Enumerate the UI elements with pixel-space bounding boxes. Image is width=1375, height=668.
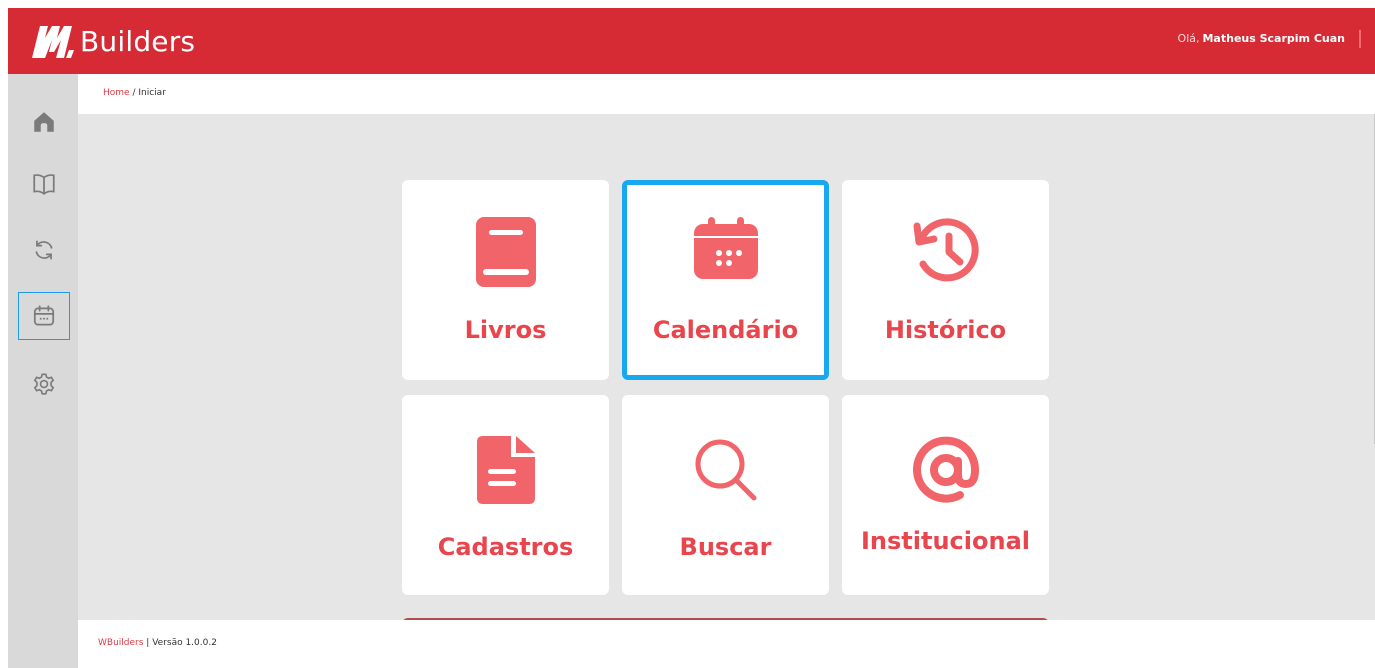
- history-icon: [913, 218, 979, 282]
- tile-label: Calendário: [652, 316, 799, 344]
- header-divider: [1359, 30, 1361, 48]
- gear-icon: [33, 373, 55, 395]
- breadcrumb-separator: /: [132, 88, 136, 98]
- greeting-text: Olá,: [1177, 32, 1200, 45]
- tile-calendario[interactable]: Calendário: [622, 180, 829, 380]
- tile-label: Institucional: [860, 527, 1030, 555]
- calendar-icon: [693, 217, 758, 279]
- breadcrumb-home-link[interactable]: Home: [103, 88, 130, 98]
- sidebar-item-calendar[interactable]: [18, 292, 70, 340]
- user-greeting[interactable]: Olá, Matheus Scarpim Cuan: [1178, 32, 1345, 45]
- tile-label: Histórico: [884, 316, 1007, 344]
- tile-buscar[interactable]: Buscar: [622, 395, 829, 595]
- footer: WBuilders | Versão 1.0.0.2: [78, 620, 1375, 668]
- tile-cadastros[interactable]: Cadastros: [402, 395, 609, 595]
- top-bar: Builders Olá, Matheus Scarpim Cuan: [8, 8, 1375, 74]
- tile-label: Cadastros: [437, 533, 574, 561]
- sidebar-item-books[interactable]: [18, 160, 70, 208]
- footer-version: | Versão 1.0.0.2: [146, 638, 217, 648]
- user-name: Matheus Scarpim Cuan: [1202, 32, 1345, 45]
- logo-mark-icon: [32, 26, 74, 58]
- sidebar-item-home[interactable]: [18, 98, 70, 146]
- tile-historico[interactable]: Histórico: [842, 180, 1049, 380]
- breadcrumb: Home / Iniciar: [103, 88, 166, 98]
- brand-name: Builders: [80, 24, 196, 58]
- calendar-icon: [33, 305, 55, 326]
- search-icon: [695, 439, 756, 501]
- main-content: Livros Calendário Histórico Cadastros Bu…: [78, 114, 1375, 620]
- footer-text: WBuilders | Versão 1.0.0.2: [98, 638, 217, 648]
- tile-institucional[interactable]: Institucional: [842, 395, 1049, 595]
- home-icon: [34, 112, 54, 132]
- tile-label: Buscar: [679, 533, 772, 561]
- sidebar-item-settings[interactable]: [18, 360, 70, 408]
- app-window: Builders Olá, Matheus Scarpim Cuan Home …: [8, 8, 1375, 668]
- tile-label: Livros: [464, 316, 547, 344]
- breadcrumb-bar: Home / Iniciar: [78, 74, 1375, 114]
- book-icon: [475, 217, 536, 287]
- document-icon: [476, 436, 535, 504]
- logo[interactable]: Builders: [28, 20, 195, 62]
- book-open-icon: [33, 174, 55, 195]
- at-sign-icon: [912, 436, 979, 503]
- refresh-icon: [35, 240, 53, 260]
- breadcrumb-current: Iniciar: [138, 88, 166, 98]
- tile-livros[interactable]: Livros: [402, 180, 609, 380]
- sidebar-item-sync[interactable]: [18, 226, 70, 274]
- footer-brand: WBuilders: [98, 638, 144, 648]
- sidebar: [8, 74, 78, 668]
